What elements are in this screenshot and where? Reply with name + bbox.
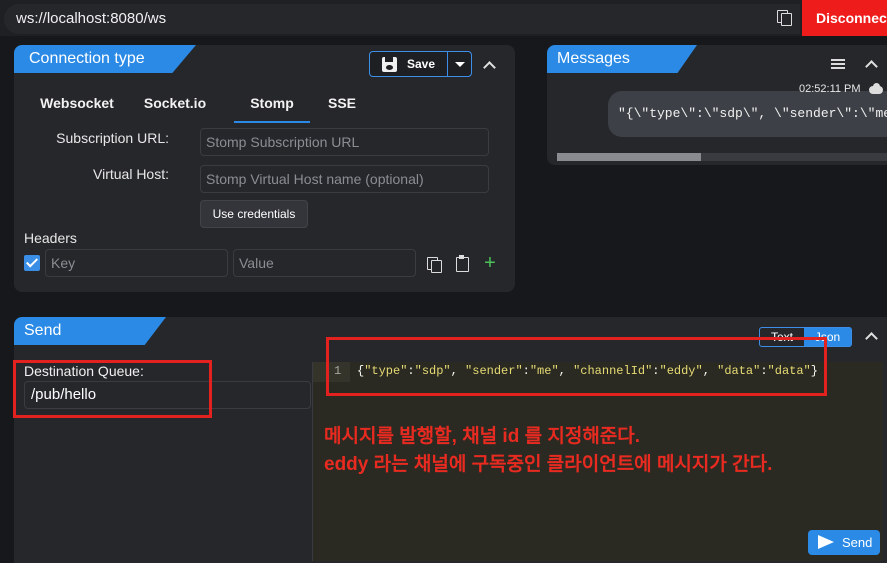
annotation-box-destination bbox=[13, 360, 212, 418]
filter-lines-icon[interactable] bbox=[831, 59, 845, 69]
message-bubble: "{\"type\":\"sdp\", \"sender\":\"me\"}" bbox=[608, 91, 887, 137]
annotation-line-1: 메시지를 발행할, 채널 id 를 지정해준다. bbox=[324, 426, 641, 447]
clipboard-icon[interactable] bbox=[454, 255, 470, 272]
message-timestamp: 02:52:11 PM bbox=[799, 83, 861, 95]
header-key-input[interactable]: Key bbox=[45, 249, 228, 277]
copy-icon[interactable] bbox=[426, 256, 442, 273]
headers-label: Headers bbox=[24, 230, 77, 246]
url-input[interactable]: ws://localhost:8080/ws bbox=[4, 4, 800, 34]
paper-plane-icon bbox=[818, 535, 834, 549]
cloud-upload-icon bbox=[869, 83, 883, 95]
collapse-connection-chevron-up-icon[interactable] bbox=[481, 57, 497, 73]
connection-panel: Connection type Save Websocket Socket.io… bbox=[14, 45, 515, 292]
send-panel-title: Send bbox=[14, 317, 166, 345]
tab-stomp[interactable]: Stomp bbox=[234, 93, 310, 123]
add-header-plus-icon[interactable]: + bbox=[482, 253, 498, 273]
virtual-host-label: Virtual Host: bbox=[93, 166, 169, 182]
subscription-url-input[interactable]: Stomp Subscription URL bbox=[200, 128, 489, 156]
messages-panel: Messages "{\"type\":\"sdp\", \"sender\":… bbox=[547, 45, 887, 165]
tab-websocket[interactable]: Websocket bbox=[40, 93, 114, 123]
tab-sse[interactable]: SSE bbox=[326, 93, 358, 123]
subscription-url-label: Subscription URL: bbox=[56, 130, 169, 146]
collapse-messages-chevron-up-icon[interactable] bbox=[863, 56, 879, 72]
collapse-send-chevron-up-icon[interactable] bbox=[863, 328, 879, 344]
save-dropdown-button[interactable] bbox=[447, 52, 471, 76]
messages-panel-title: Messages bbox=[547, 45, 697, 73]
annotation-line-2: eddy 라는 채널에 구독중인 클라이언트에 메시지가 간다. bbox=[324, 454, 773, 475]
tab-socketio[interactable]: Socket.io bbox=[140, 93, 210, 123]
disconnect-button[interactable]: Disconnect bbox=[802, 0, 887, 36]
floppy-disk-icon bbox=[382, 57, 397, 72]
header-enabled-checkbox[interactable] bbox=[24, 255, 40, 271]
header-value-input[interactable]: Value bbox=[233, 249, 416, 277]
save-button-group: Save bbox=[369, 51, 472, 77]
messages-scrollbar-thumb[interactable] bbox=[557, 153, 701, 161]
annotation-text: 메시지를 발행할, 채널 id 를 지정해준다. eddy 라는 채널에 구독중… bbox=[324, 423, 772, 479]
copy-url-icon[interactable] bbox=[776, 9, 792, 26]
virtual-host-input[interactable]: Stomp Virtual Host name (optional) bbox=[200, 165, 489, 193]
messages-scrollbar[interactable] bbox=[557, 153, 887, 161]
save-button[interactable]: Save bbox=[370, 52, 447, 76]
send-button[interactable]: Send bbox=[808, 530, 880, 555]
save-button-label: Save bbox=[407, 57, 436, 71]
annotation-box-payload bbox=[326, 337, 827, 396]
send-button-label: Send bbox=[842, 535, 873, 550]
connection-panel-title: Connection type bbox=[14, 45, 196, 73]
use-credentials-button[interactable]: Use credentials bbox=[200, 200, 308, 228]
url-bar: ws://localhost:8080/ws Disconnect bbox=[0, 0, 887, 36]
